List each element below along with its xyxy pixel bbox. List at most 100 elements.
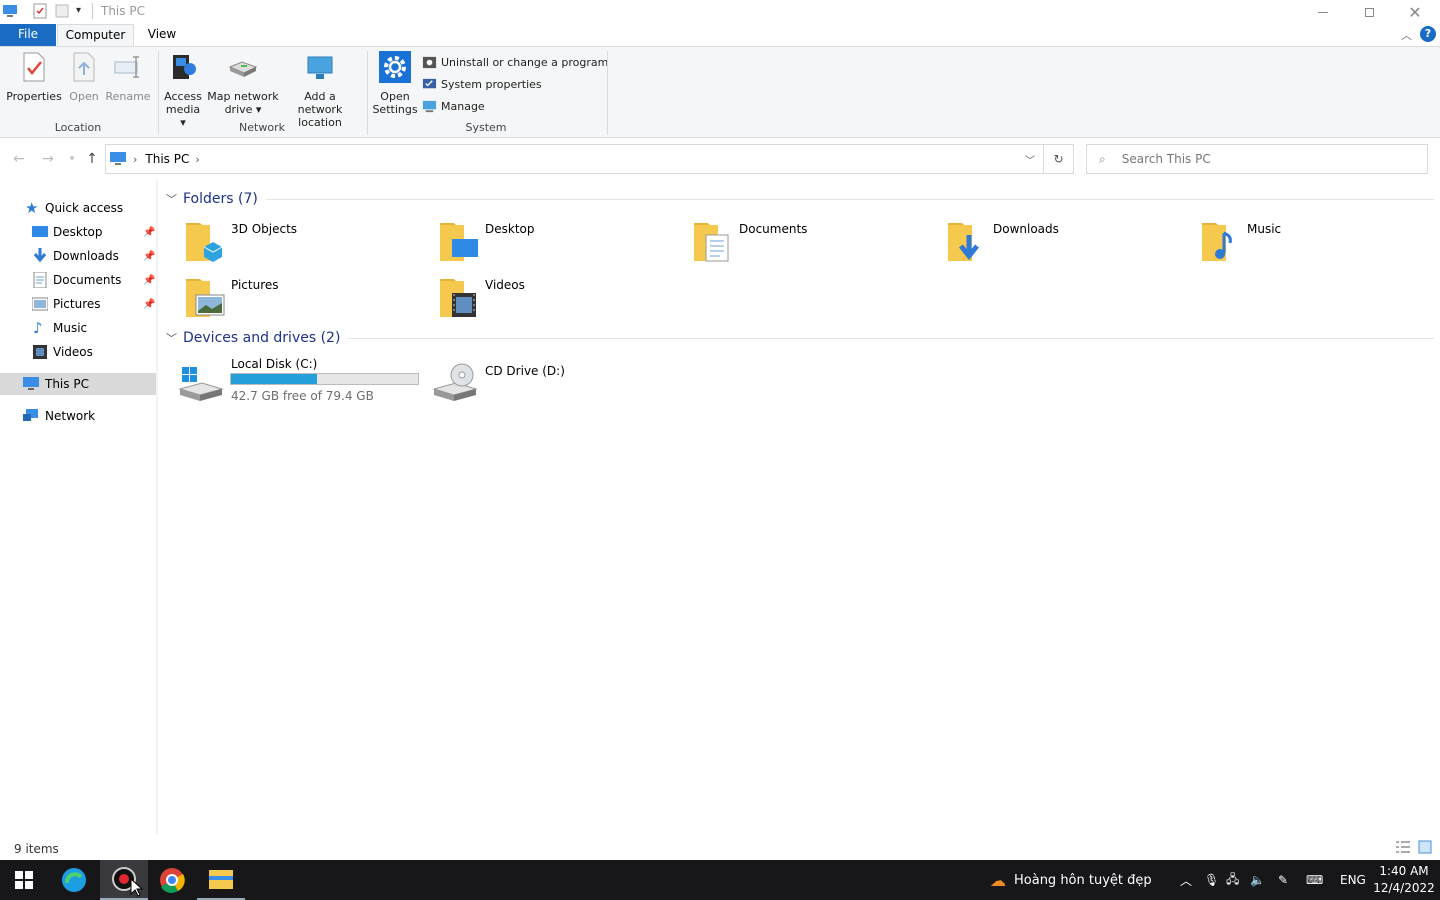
sidebar-item-desktop[interactable]: Desktop 📌 — [0, 221, 156, 243]
network-tray-icon[interactable]: 🖧 — [1226, 860, 1239, 900]
quick-access-dropdown-icon[interactable]: ▾ — [76, 5, 81, 16]
breadcrumb-chevron-icon[interactable]: › — [195, 153, 199, 166]
add-network-location-button[interactable]: Add a network location — [281, 51, 359, 129]
search-input[interactable]: ⌕ Search This PC — [1086, 144, 1428, 174]
properties-label: Properties — [6, 90, 62, 103]
breadcrumb-separator-icon: › — [133, 152, 138, 166]
show-hidden-icons-button[interactable]: ︿ — [1180, 860, 1192, 900]
access-media-label-2: media ▾ — [165, 103, 201, 129]
sidebar-item-videos[interactable]: Videos — [0, 341, 156, 363]
back-arrow-icon[interactable]: ← — [9, 147, 29, 171]
uninstall-program-button[interactable]: Uninstall or change a program — [422, 55, 608, 70]
sidebar-item-this-pc[interactable]: This PC — [0, 373, 156, 395]
system-properties-button[interactable]: System properties — [422, 77, 542, 92]
search-icon: ⌕ — [1099, 151, 1106, 166]
this-pc-icon — [23, 377, 39, 390]
tab-view[interactable]: View — [136, 24, 188, 46]
sidebar-item-music[interactable]: ♪ Music — [0, 317, 156, 339]
folder-label: Music — [1247, 222, 1282, 236]
forward-arrow-icon[interactable]: → — [38, 147, 58, 171]
open-settings-button[interactable]: Open Settings — [370, 51, 420, 116]
ribbon-separator — [367, 51, 368, 135]
keyboard-icon: ⌨ — [1306, 873, 1324, 887]
rename-button[interactable]: Rename — [105, 51, 151, 103]
tab-computer[interactable]: Computer — [57, 24, 134, 47]
sidebar-item-documents[interactable]: Documents 📌 — [0, 269, 156, 291]
network-icon — [23, 409, 38, 421]
folder-desktop[interactable]: Desktop — [438, 219, 688, 273]
file-explorer-taskbar-button[interactable] — [197, 860, 245, 900]
properties-quick-icon[interactable] — [32, 3, 48, 19]
folder-pictures[interactable]: Pictures — [184, 275, 434, 329]
sidebar-label: Videos — [53, 345, 93, 359]
status-bar: 9 items — [0, 834, 1440, 860]
minimize-button[interactable] — [1300, 0, 1346, 24]
recent-locations-chevron-icon[interactable]: ▾ — [62, 147, 82, 171]
map-drive-label-2: drive ▾ — [224, 103, 262, 116]
open-label: Open — [69, 90, 99, 103]
chrome-taskbar-button[interactable] — [148, 860, 196, 900]
help-icon[interactable]: ? — [1420, 26, 1436, 42]
pictures-icon — [32, 297, 48, 311]
new-folder-quick-icon[interactable] — [54, 3, 70, 19]
open-button[interactable]: Open — [64, 51, 104, 103]
sidebar-item-quick-access[interactable]: ★ Quick access — [0, 197, 156, 219]
large-icons-view-icon[interactable] — [1418, 840, 1432, 854]
sidebar-label: Network — [45, 409, 96, 423]
start-button[interactable] — [0, 860, 48, 900]
restore-button[interactable] — [1346, 0, 1392, 24]
manage-button[interactable]: Manage — [422, 99, 485, 114]
folder-downloads[interactable]: Downloads — [946, 219, 1196, 273]
details-view-icon[interactable] — [1395, 841, 1411, 853]
windows-logo-icon — [15, 871, 33, 889]
3d-objects-folder-icon — [186, 223, 223, 262]
tab-file[interactable]: File — [0, 24, 56, 46]
weather-widget[interactable]: ☁ Hoàng hôn tuyệt đẹp — [990, 860, 1152, 900]
drives-group-header[interactable]: ﹀ Devices and drives (2) — [166, 330, 1434, 346]
sidebar-item-pictures[interactable]: Pictures 📌 — [0, 293, 156, 315]
input-language-button[interactable]: ENG — [1340, 860, 1366, 900]
microphone-tray-icon[interactable]: 🎙 — [1204, 860, 1219, 900]
properties-icon — [23, 52, 45, 82]
pin-icon[interactable]: 📌 — [143, 227, 155, 238]
sidebar-item-network[interactable]: Network — [0, 405, 156, 427]
folders-group-header[interactable]: ﹀ Folders (7) — [166, 191, 1434, 207]
pin-icon[interactable]: 📌 — [143, 275, 155, 286]
edge-taskbar-button[interactable] — [50, 860, 98, 900]
manage-icon — [422, 100, 437, 113]
breadcrumb-this-pc[interactable]: This PC — [145, 152, 189, 166]
music-note-icon: ♪ — [33, 319, 43, 337]
folder-music[interactable]: Music — [1200, 219, 1440, 273]
access-media-button[interactable]: Access media ▾ — [162, 51, 204, 129]
open-settings-label-2: Settings — [372, 103, 418, 116]
address-bar[interactable]: › This PC › ﹀ — [105, 144, 1044, 174]
sidebar-label: Music — [53, 321, 88, 335]
refresh-icon: ↻ — [1053, 152, 1064, 166]
folder-videos[interactable]: Videos — [438, 275, 688, 329]
add-network-location-icon — [307, 56, 333, 79]
properties-button[interactable]: Properties — [6, 51, 62, 103]
clock-button[interactable]: 1:40 AM 12/4/2022 — [1370, 860, 1438, 900]
refresh-button[interactable]: ↻ — [1044, 144, 1074, 174]
file-explorer-icon — [209, 870, 233, 889]
pen-tray-icon[interactable]: ✎ — [1278, 860, 1288, 900]
up-arrow-icon[interactable]: ↑ — [82, 147, 102, 171]
language-label: ENG — [1340, 873, 1366, 887]
desktop-folder-icon — [440, 223, 478, 261]
touch-keyboard-tray-icon[interactable]: ⌨ — [1306, 860, 1323, 900]
uninstall-label: Uninstall or change a program — [441, 56, 609, 69]
drive-cd-d[interactable]: CD Drive (D:) — [432, 357, 672, 407]
navigation-bar: ← → ▾ ↑ › This PC › ﹀ ↻ ⌕ Search This PC — [0, 139, 1440, 179]
pin-icon[interactable]: 📌 — [143, 299, 155, 310]
folder-3d-objects[interactable]: 3D Objects — [184, 219, 434, 273]
volume-tray-icon[interactable]: 🔈 — [1250, 860, 1265, 900]
folder-documents[interactable]: Documents — [692, 219, 942, 273]
sidebar-item-downloads[interactable]: Downloads 📌 — [0, 245, 156, 267]
close-button[interactable]: ✕ — [1392, 0, 1438, 24]
collapse-ribbon-icon[interactable]: ︿ — [1401, 27, 1412, 43]
drive-local-disk-c[interactable]: Local Disk (C:) 42.7 GB free of 79.4 GB — [178, 357, 422, 407]
address-dropdown-icon[interactable]: ﹀ — [1025, 152, 1035, 167]
pin-icon[interactable]: 📌 — [143, 251, 155, 262]
map-network-drive-button[interactable]: Map network drive ▾ — [206, 51, 280, 116]
map-drive-label-1: Map network — [207, 90, 279, 103]
